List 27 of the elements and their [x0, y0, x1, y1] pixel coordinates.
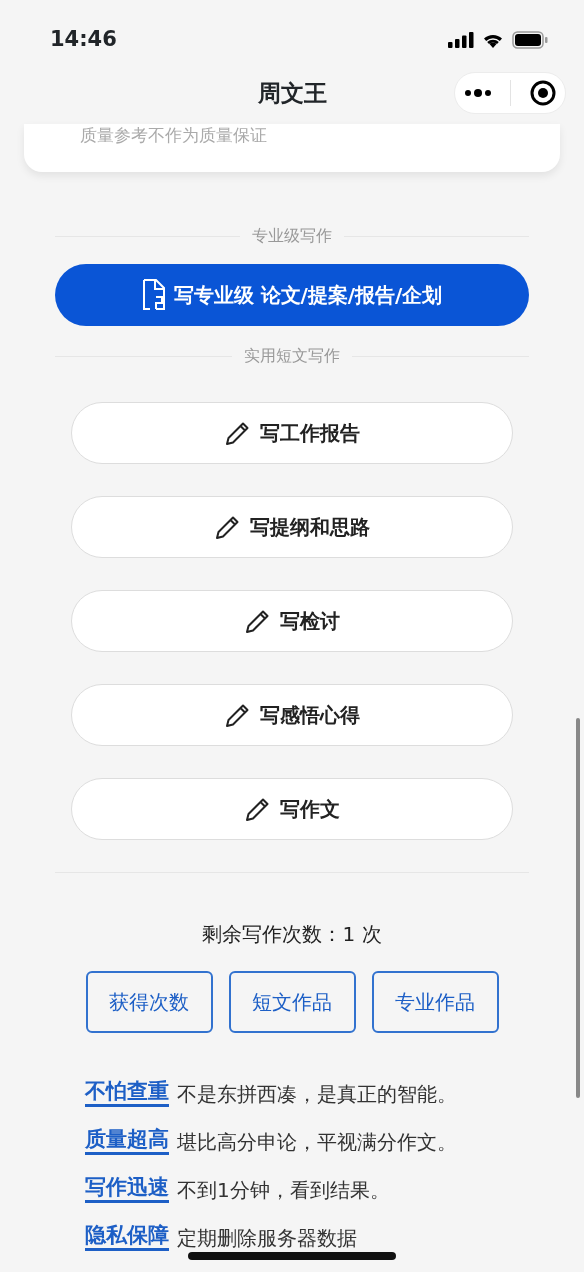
write-button[interactable]: 写提纲和思路 [71, 496, 513, 558]
document-icon [141, 279, 166, 311]
remaining-count: 剩余写作次数：1 次 [202, 922, 382, 946]
action-button[interactable]: 短文作品 [228, 971, 356, 1033]
battery-icon [512, 31, 548, 49]
signal-icon [448, 32, 474, 48]
feature-tag: 不怕查重 [85, 1079, 169, 1108]
feature-text: 不到1分钟，看到结果。 [177, 1177, 390, 1204]
action-button[interactable]: 专业作品 [371, 971, 499, 1033]
status-time: 14:46 [50, 26, 117, 54]
write-button[interactable]: 写感悟心得 [71, 684, 513, 746]
action-button[interactable]: 获得次数 [85, 971, 213, 1033]
feature-tag: 写作迅速 [85, 1175, 169, 1204]
write-button[interactable]: 写检讨 [71, 590, 513, 652]
feature-text: 定期删除服务器数据 [177, 1225, 357, 1252]
feature-text: 不是东拼西凑，是真正的智能。 [177, 1081, 457, 1108]
more-icon[interactable] [464, 88, 493, 98]
feature-tag: 质量超高 [85, 1127, 169, 1156]
card-note: 质量参考不作为质量保证 [80, 124, 267, 147]
wifi-icon [482, 32, 504, 48]
feature-text: 堪比高分申论，平视满分作文。 [177, 1129, 457, 1156]
feature-tag: 隐私保障 [85, 1223, 169, 1252]
close-icon[interactable] [529, 80, 556, 106]
write-button[interactable]: 写工作报告 [71, 402, 513, 464]
pro-write-button[interactable]: 写专业级 论文/提案/报告/企划 [55, 264, 529, 326]
write-button[interactable]: 写作文 [71, 778, 513, 840]
page-title: 周文王 [257, 78, 327, 108]
